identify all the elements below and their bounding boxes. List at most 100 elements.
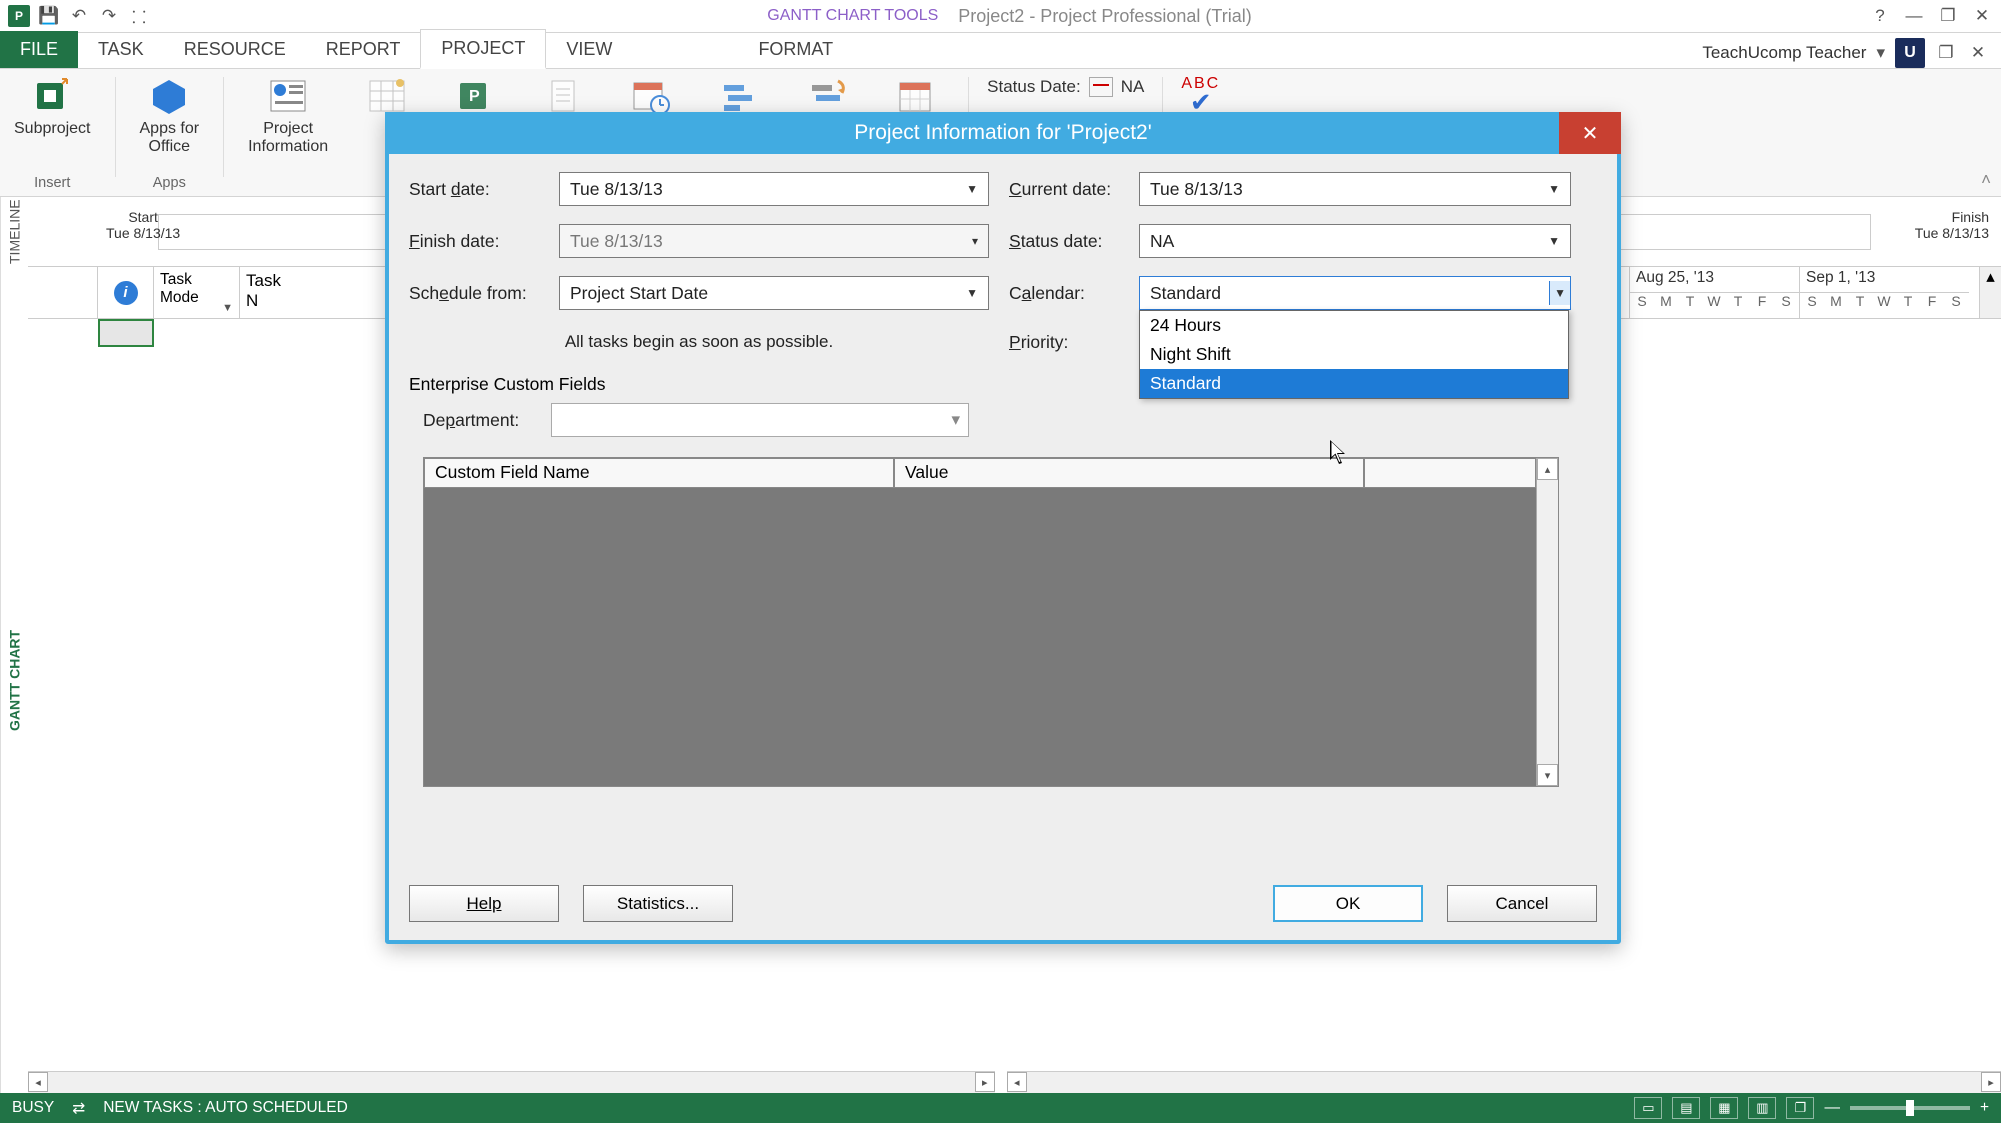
project-icon: P [454,75,496,117]
day-letter: M [1654,293,1678,309]
cf-name-header[interactable]: Custom Field Name [424,458,894,488]
task-name-header[interactable]: Task N [240,267,300,318]
statistics-button[interactable]: Statistics... [583,885,733,922]
status-date-combo[interactable]: NA▼ [1139,224,1571,258]
day-letter: S [1800,293,1824,309]
collapse-ribbon-icon[interactable]: ˄ [1981,170,1991,190]
day-letter: W [1872,293,1896,309]
touch-mode-icon[interactable]: ⸬ [128,5,150,27]
help-button[interactable]: Help [409,885,559,922]
minimize-icon[interactable]: — [1903,5,1925,27]
app-icon[interactable]: P [8,5,30,27]
tab-project[interactable]: PROJECT [420,29,546,69]
finish-date-combo: Tue 8/13/13▾ [559,224,989,258]
close-window-icon[interactable]: ✕ [1971,5,1993,27]
apps-for-office-button[interactable]: Apps for Office [134,73,206,159]
dialog-close-button[interactable]: ✕ [1559,112,1621,154]
start-date-label: Start date: [409,179,559,200]
dialog-title: Project Information for 'Project2' [854,121,1151,145]
right-hscroll[interactable]: ◂ ▸ [1007,1071,2001,1093]
view-task-usage-icon[interactable]: ▤ [1672,1097,1700,1119]
cancel-button[interactable]: Cancel [1447,885,1597,922]
timeline-label[interactable]: TIMELINE [0,197,28,267]
view-resource-sheet-icon[interactable]: ▥ [1748,1097,1776,1119]
project-information-dialog: Project Information for 'Project2' ✕ Sta… [385,112,1621,944]
day-letter: S [1944,293,1968,309]
dialog-titlebar[interactable]: Project Information for 'Project2' ✕ [385,112,1621,154]
apps-icon [148,75,190,117]
zoom-slider[interactable] [1850,1106,1970,1110]
tab-format[interactable]: FORMAT [738,31,853,68]
ribbon-restore-icon[interactable]: ❐ [1935,42,1957,64]
scroll-down-icon[interactable]: ▾ [1537,764,1558,786]
department-combo[interactable]: ▾ [551,403,969,437]
cf-value-header[interactable]: Value [894,458,1364,488]
calendar-dropdown[interactable]: 24 HoursNight ShiftStandard [1139,310,1569,399]
svg-text:P: P [469,88,480,105]
calendar-option[interactable]: 24 Hours [1140,311,1568,340]
cf-table-body[interactable] [424,488,1536,786]
tab-view[interactable]: VIEW [546,31,632,68]
chevron-down-icon: ▾ [972,234,978,248]
day-letter: S [1630,293,1654,309]
status-state: BUSY [12,1099,54,1117]
project-information-button[interactable]: Project Information [242,73,334,159]
chevron-down-icon[interactable]: ▼ [1549,281,1570,305]
subproject-button[interactable]: Subproject [8,73,97,140]
divider [223,77,224,177]
undo-icon[interactable]: ↶ [68,5,90,27]
task-mode-header[interactable]: Task Mode ▼ [154,267,240,318]
grid-icon [366,75,408,117]
finish-date-label: Finish date: [409,231,559,252]
current-date-combo[interactable]: Tue 8/13/13▼ [1139,172,1571,206]
zoom-in-icon[interactable]: + [1980,1099,1989,1117]
restore-icon[interactable]: ❐ [1937,5,1959,27]
scroll-right-icon[interactable]: ▸ [975,1072,995,1092]
custom-fields-table: Custom Field Name Value ▴ ▾ [423,457,1559,787]
gantt-chart-label[interactable]: GANTT CHART [0,267,28,1093]
day-letter: T [1848,293,1872,309]
info-column-header[interactable]: i [98,267,154,318]
schedule-from-combo[interactable]: Project Start Date▼ [559,276,989,310]
user-name[interactable]: TeachUcomp Teacher [1702,43,1866,63]
status-bar: BUSY ⇄ NEW TASKS : AUTO SCHEDULED ▭ ▤ ▦ … [0,1093,2001,1123]
view-team-planner-icon[interactable]: ▦ [1710,1097,1738,1119]
chevron-down-icon: ▾ [951,410,960,430]
vertical-scroll-up-icon[interactable]: ▴ [1979,267,2001,318]
tab-task[interactable]: TASK [78,31,164,68]
view-report-icon[interactable]: ❐ [1786,1097,1814,1119]
ok-button[interactable]: OK [1273,885,1423,922]
cf-scrollbar[interactable]: ▴ ▾ [1536,458,1558,786]
zoom-thumb[interactable] [1906,1100,1914,1116]
chevron-down-icon[interactable]: ▼ [222,302,233,314]
tab-report[interactable]: REPORT [306,31,421,68]
tab-file[interactable]: FILE [0,31,78,68]
status-date-display[interactable]: Status Date: NA [987,77,1144,97]
date-group-1: Sep 1, '13 [1800,267,1969,293]
chevron-down-icon: ▼ [966,286,978,300]
scroll-left-icon[interactable]: ◂ [1007,1072,1027,1092]
save-icon[interactable]: 💾 [38,5,60,27]
start-date-combo[interactable]: Tue 8/13/13▼ [559,172,989,206]
redo-icon[interactable]: ↷ [98,5,120,27]
calendar-icon [894,75,936,117]
calendar-combo[interactable]: Standard ▼ [1139,276,1571,310]
zoom-out-icon[interactable]: — [1824,1099,1840,1117]
status-new-tasks[interactable]: NEW TASKS : AUTO SCHEDULED [103,1099,348,1117]
scroll-right-icon[interactable]: ▸ [1981,1072,2001,1092]
help-icon[interactable]: ? [1869,5,1891,27]
left-hscroll[interactable]: ◂ ▸ [28,1071,995,1093]
calendar-option[interactable]: Standard [1140,369,1568,398]
calendar-option[interactable]: Night Shift [1140,340,1568,369]
date-group-0: Aug 25, '13 [1630,267,1799,293]
view-gantt-icon[interactable]: ▭ [1634,1097,1662,1119]
ribbon-close-icon[interactable]: ✕ [1967,42,1989,64]
timeline-finish-label: Finish [1915,209,1989,225]
cf-empty-header [1364,458,1536,488]
tab-resource[interactable]: RESOURCE [164,31,306,68]
selected-cell[interactable] [98,319,154,347]
row-number-column[interactable] [28,267,98,318]
scroll-left-icon[interactable]: ◂ [28,1072,48,1092]
scroll-up-icon[interactable]: ▴ [1537,458,1558,480]
user-avatar[interactable]: U [1895,38,1925,68]
